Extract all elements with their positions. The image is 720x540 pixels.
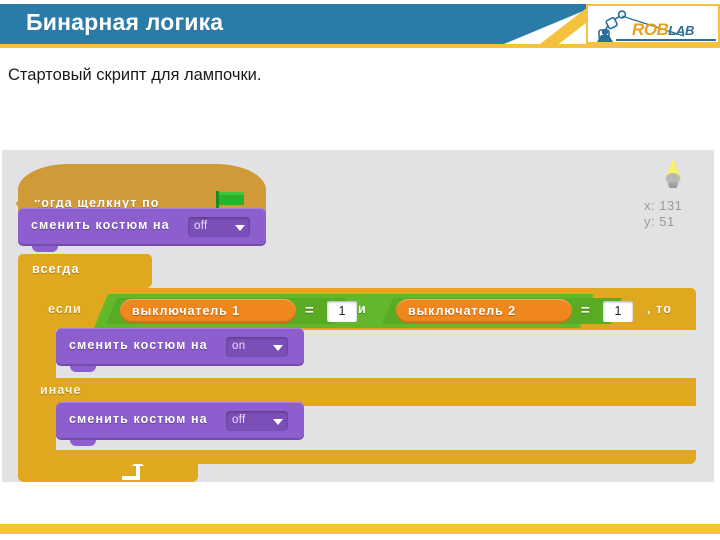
variable-reporter-switch-1-label: выключатель 1 xyxy=(132,304,240,318)
lightbulb-icon xyxy=(664,158,682,188)
forever-label: всегда xyxy=(32,262,80,276)
switch-costume-off-bottom-label: сменить костюм на xyxy=(69,412,208,426)
and-label: и xyxy=(358,302,367,316)
page-header: Бинарная логика ROBLAB xyxy=(0,0,720,48)
page-title: Бинарная логика xyxy=(26,9,224,35)
then-label: , то xyxy=(647,302,672,316)
equals-sign-right: = xyxy=(581,302,590,319)
subtitle-text: Стартовый скрипт для лампочки. xyxy=(8,66,262,84)
value-input-left[interactable]: 1 xyxy=(327,301,357,322)
switch-costume-on-label: сменить костюм на xyxy=(69,338,208,352)
switch-costume-on-block[interactable]: сменить костюм на on xyxy=(56,328,304,372)
switch-costume-off-bottom-block[interactable]: сменить костюм на off xyxy=(56,402,304,446)
switch-costume-off-top-label: сменить костюм на xyxy=(31,218,170,232)
if-branch-left-spine xyxy=(32,326,56,382)
costume-dropdown-off-top-value: off xyxy=(194,220,208,232)
costume-dropdown-off-top[interactable]: off xyxy=(188,217,250,237)
logo: ROBLAB xyxy=(586,4,720,44)
logo-rob-text: ROB xyxy=(632,20,669,39)
equals-sign-left: = xyxy=(305,302,314,319)
scratch-script-canvas[interactable]: x: 131 y: 51 когда щелкнут по сменить ко… xyxy=(2,150,714,482)
logo-wordmark: ROBLAB xyxy=(632,20,694,40)
block-notch xyxy=(32,246,58,252)
chevron-down-icon xyxy=(273,419,283,425)
block-notch xyxy=(70,440,96,446)
chevron-down-icon xyxy=(273,345,283,351)
value-input-left-value: 1 xyxy=(338,304,346,318)
else-label: иначе xyxy=(40,383,82,397)
costume-dropdown-off-bottom-value: off xyxy=(232,414,246,426)
variable-reporter-switch-1[interactable]: выключатель 1 xyxy=(120,299,296,323)
switch-costume-off-top-block[interactable]: сменить костюм на off xyxy=(18,208,266,252)
footer-bar xyxy=(0,524,720,534)
chevron-down-icon xyxy=(235,225,245,231)
sprite-y-readout: y: 51 xyxy=(644,214,675,229)
sprite-x-readout: x: 131 xyxy=(644,198,683,213)
value-input-right-value: 1 xyxy=(614,304,622,318)
logo-lab-text: LAB xyxy=(668,23,695,38)
variable-reporter-switch-2[interactable]: выключатель 2 xyxy=(396,299,572,323)
if-label: если xyxy=(48,302,82,316)
value-input-right[interactable]: 1 xyxy=(603,301,633,322)
if-else-block-footer xyxy=(32,450,696,464)
header-underline xyxy=(0,44,720,48)
variable-reporter-switch-2-label: выключатель 2 xyxy=(408,304,516,318)
costume-dropdown-off-bottom[interactable]: off xyxy=(226,411,288,431)
costume-dropdown-on-value: on xyxy=(232,340,246,352)
block-notch xyxy=(70,366,96,372)
costume-dropdown-on[interactable]: on xyxy=(226,337,288,357)
